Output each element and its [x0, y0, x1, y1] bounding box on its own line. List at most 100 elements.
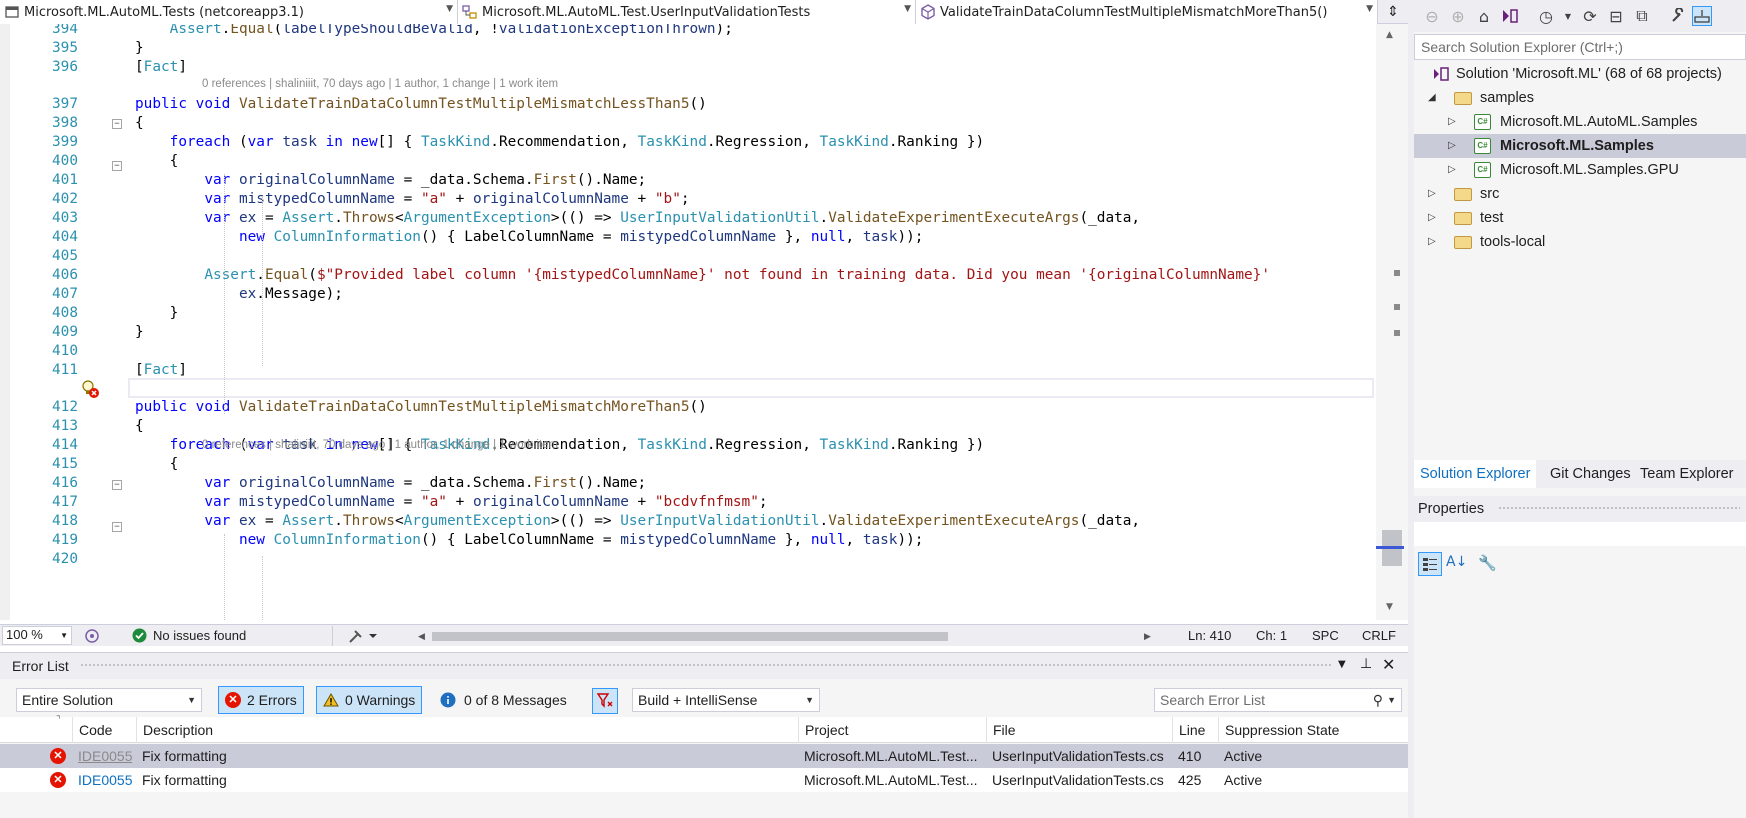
messages-filter-button[interactable]: 0 of 8 Messages — [440, 686, 567, 714]
collapse-all-icon[interactable]: ⊟ — [1606, 6, 1626, 26]
scroll-up-icon[interactable]: ▲ — [1386, 30, 1393, 40]
code-line[interactable]: 403 var ex = Assert.Throws<ArgumentExcep… — [0, 208, 1376, 228]
code-line[interactable]: 406 Assert.Equal($"Provided label column… — [0, 265, 1376, 285]
code-line[interactable]: 411 [Fact] — [0, 360, 1376, 380]
code-line[interactable]: 404 new ColumnInformation() { LabelColum… — [0, 227, 1376, 247]
filter-toggle-button[interactable] — [592, 688, 618, 714]
editor-vertical-scrollbar[interactable]: ▲ ▼ — [1376, 24, 1408, 620]
column-header-project[interactable]: Project — [798, 717, 986, 743]
code-line[interactable]: 396 [Fact] — [0, 57, 1376, 77]
line-ending-indicator[interactable]: CRLF — [1362, 628, 1396, 643]
code-text[interactable]: [Fact] — [135, 57, 187, 77]
error-code-link[interactable]: IDE0055 — [78, 768, 132, 792]
forward-icon[interactable]: ⊕ — [1448, 6, 1468, 26]
code-text[interactable]: var originalColumnName = _data.Schema.Fi… — [135, 170, 646, 190]
code-text[interactable]: var mistypedColumnName = "a" + originalC… — [135, 492, 767, 512]
code-line[interactable]: 400 { — [0, 151, 1376, 171]
project-dropdown[interactable]: Microsoft.ML.AutoML.Tests (netcoreapp3.1… — [0, 0, 458, 24]
refresh-icon[interactable]: ⟳ — [1580, 6, 1600, 26]
code-text[interactable]: var ex = Assert.Throws<ArgumentException… — [135, 511, 1140, 531]
split-window-icon[interactable]: ⇕ — [1378, 0, 1408, 24]
code-line[interactable]: 394 Assert.Equal(labelTypeShouldBeValid,… — [0, 24, 1376, 39]
back-icon[interactable]: ⊖ — [1422, 6, 1442, 26]
class-dropdown[interactable]: Microsoft.ML.AutoML.Test.UserInputValida… — [458, 0, 916, 24]
code-line[interactable]: 402 var mistypedColumnName = "a" + origi… — [0, 189, 1376, 209]
tab-team-explorer[interactable]: Team Explorer — [1634, 460, 1739, 488]
code-text[interactable]: var originalColumnName = _data.Schema.Fi… — [135, 473, 646, 493]
code-text[interactable]: public void ValidateTrainDataColumnTestM… — [135, 397, 707, 417]
tree-item-project-selected[interactable]: ▷ C# Microsoft.ML.Samples — [1414, 134, 1746, 158]
code-line[interactable]: 415 { — [0, 454, 1376, 474]
zoom-combo[interactable]: 100 % ▼ — [2, 626, 72, 645]
tab-solution-explorer[interactable]: Solution Explorer — [1414, 460, 1537, 488]
column-header-description[interactable]: Description — [136, 717, 798, 743]
code-cleanup-icon[interactable] — [348, 628, 378, 647]
column-header-line[interactable]: Line — [1172, 717, 1218, 743]
chevron-down-icon[interactable]: ▼ — [1558, 6, 1578, 26]
error-list-search[interactable]: Search Error List ⚲ ▼ — [1154, 688, 1402, 712]
code-text[interactable]: { — [135, 151, 179, 171]
code-text[interactable]: [Fact] — [135, 360, 187, 380]
tree-item-folder[interactable]: ▷ src — [1414, 182, 1746, 206]
scroll-left-icon[interactable]: ◀ — [418, 631, 425, 642]
pending-changes-icon[interactable]: ◷ — [1536, 6, 1556, 26]
collapsed-arrow-icon[interactable]: ▷ — [1428, 230, 1436, 254]
code-text[interactable]: } — [135, 38, 144, 58]
warnings-filter-button[interactable]: 0 Warnings — [316, 686, 423, 714]
collapsed-arrow-icon[interactable]: ▷ — [1428, 182, 1436, 206]
solution-explorer-search[interactable]: Search Solution Explorer (Ctrl+;) — [1414, 34, 1746, 60]
collapse-toggle[interactable]: − — [112, 161, 122, 171]
tree-item-project[interactable]: ▷ C# Microsoft.ML.AutoML.Samples — [1414, 110, 1746, 134]
whitespace-indicator[interactable]: SPC — [1312, 628, 1339, 643]
drag-grip[interactable] — [1498, 506, 1740, 511]
code-text[interactable]: } — [135, 322, 144, 342]
code-line[interactable]: 407 ex.Message); — [0, 284, 1376, 304]
code-text[interactable]: public void ValidateTrainDataColumnTestM… — [135, 94, 707, 114]
table-row[interactable]: ✕ IDE0055 Fix formatting Microsoft.ML.Au… — [0, 768, 1408, 792]
table-row[interactable]: ✕ IDE0055 Fix formatting Microsoft.ML.Au… — [0, 744, 1408, 768]
horizontal-scroll-thumb[interactable] — [432, 632, 948, 641]
code-line[interactable]: 417 var mistypedColumnName = "a" + origi… — [0, 492, 1376, 512]
code-line[interactable]: 412 public void ValidateTrainDataColumnTe… — [0, 397, 1376, 417]
code-text[interactable]: { — [135, 113, 144, 133]
code-editor[interactable]: 394 Assert.Equal(labelTypeShouldBeValid,… — [0, 24, 1376, 620]
code-line[interactable]: 409} — [0, 322, 1376, 342]
health-indicator[interactable]: No issues found — [132, 628, 246, 643]
column-header-code[interactable]: Code — [72, 717, 136, 743]
code-line[interactable]: 418 var ex = Assert.Throws<ArgumentExcep… — [0, 511, 1376, 531]
tree-item-project[interactable]: ▷ C# Microsoft.ML.Samples.GPU — [1414, 158, 1746, 182]
collapsed-arrow-icon[interactable]: ▷ — [1448, 134, 1456, 158]
code-text[interactable]: Assert.Equal($"Provided label column '{m… — [135, 265, 1270, 285]
collapsed-arrow-icon[interactable]: ▷ — [1428, 206, 1436, 230]
tree-item-solution[interactable]: Solution 'Microsoft.ML' (68 of 68 projec… — [1414, 62, 1746, 86]
code-line[interactable]: 405 — [0, 246, 1376, 266]
code-text[interactable]: Assert.Equal(labelTypeShouldBeValid, !va… — [135, 24, 733, 39]
code-line[interactable]: 395} — [0, 38, 1376, 58]
error-code-link[interactable]: IDE0055 — [78, 744, 132, 768]
code-text[interactable]: foreach (var task in new[] { TaskKind.Re… — [135, 132, 985, 152]
code-line[interactable]: 408 } — [0, 303, 1376, 323]
categorized-icon[interactable] — [1418, 552, 1442, 576]
scope-dropdown[interactable]: Entire Solution ▼ — [16, 688, 202, 712]
lightbulb-error-icon[interactable] — [80, 379, 100, 399]
home-icon[interactable]: ⌂ — [1474, 6, 1494, 26]
scroll-right-icon[interactable]: ▶ — [1144, 631, 1151, 642]
build-filter-dropdown[interactable]: Build + IntelliSense ▼ — [632, 688, 820, 712]
preview-selected-items-icon[interactable] — [1692, 6, 1712, 26]
collapse-toggle[interactable]: − — [112, 480, 122, 490]
collapse-toggle[interactable]: − — [112, 522, 122, 532]
tree-item-samples[interactable]: ◢ samples — [1414, 86, 1746, 110]
drag-grip[interactable] — [80, 663, 1332, 668]
code-line[interactable]: 420 — [0, 549, 1376, 569]
properties-wrench-icon[interactable] — [1668, 6, 1688, 26]
code-line[interactable]: 401 var originalColumnName = _data.Schem… — [0, 170, 1376, 190]
code-line[interactable]: 397 public void ValidateTrainDataColumnTe… — [0, 94, 1376, 114]
column-options-icon[interactable]: ⌝ — [56, 715, 61, 726]
column-indicator[interactable]: Ch: 1 — [1256, 628, 1287, 643]
close-icon[interactable]: ✕ — [1382, 655, 1395, 674]
show-all-files-icon[interactable]: ⧉ — [1632, 6, 1652, 26]
alphabetical-sort-icon[interactable]: A↓ — [1446, 554, 1467, 570]
code-text[interactable]: ex.Message); — [135, 284, 343, 304]
codelens-annotation[interactable]: 0 references | shaliniiit, 70 days ago |… — [202, 436, 558, 454]
code-line[interactable]: 399 foreach (var task in new[] { TaskKin… — [0, 132, 1376, 152]
